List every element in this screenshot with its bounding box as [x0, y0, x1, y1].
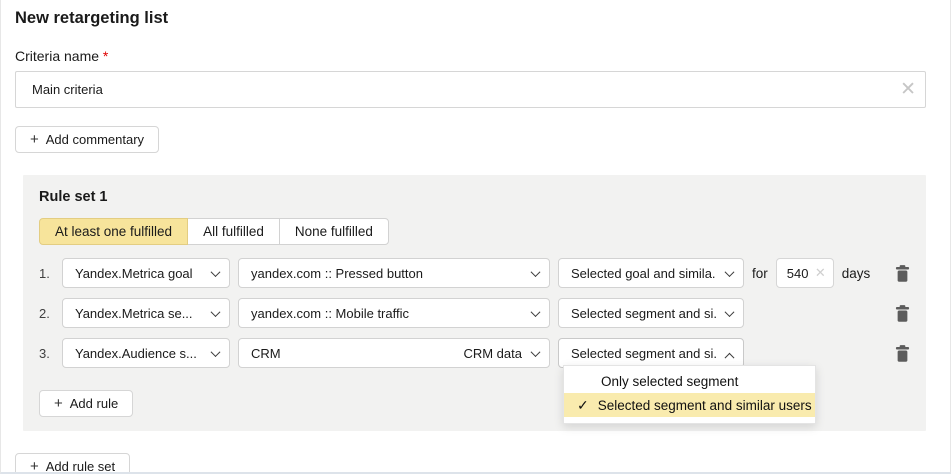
rule-row-1: 1. Yandex.Metrica goal yandex.com :: Pre…: [39, 258, 910, 288]
trash-icon: [895, 265, 910, 282]
retargeting-form: New retargeting list Criteria name * ✕ +…: [0, 0, 951, 474]
rule-row-3: 3. Yandex.Audience s... CRM CRM data Sel…: [39, 338, 910, 368]
tab-at-least-one-fulfilled[interactable]: At least one fulfilled: [39, 218, 188, 245]
plus-icon: +: [30, 131, 39, 148]
chevron-down-icon: [211, 267, 221, 277]
rule-number: 3.: [39, 346, 54, 361]
chevron-down-icon: [531, 267, 541, 277]
add-rule-button[interactable]: + Add rule: [39, 390, 133, 417]
add-commentary-button[interactable]: + Add commentary: [15, 126, 159, 153]
criteria-name-field: ✕: [15, 71, 926, 108]
page-title: New retargeting list: [1, 0, 950, 28]
rules-list: 1. Yandex.Metrica goal yandex.com :: Pre…: [39, 258, 910, 368]
menu-item-selected-segment-and-similar-users[interactable]: ✓ Selected segment and similar users: [564, 393, 815, 417]
check-icon: ✓: [577, 397, 589, 414]
tab-none-fulfilled[interactable]: None fulfilled: [279, 218, 389, 245]
rule-number: 1.: [39, 266, 54, 281]
chevron-up-icon: [725, 352, 735, 362]
audience-options-menu: Only selected segment ✓ Selected segment…: [563, 365, 816, 424]
chevron-down-icon: [531, 307, 541, 317]
rule2-segment-dropdown[interactable]: yandex.com :: Mobile traffic: [238, 298, 550, 328]
chevron-down-icon: [725, 307, 735, 317]
delete-rule2-button[interactable]: [895, 305, 910, 322]
chevron-down-icon: [211, 307, 221, 317]
clear-input-icon[interactable]: ✕: [900, 80, 916, 99]
rule3-type-dropdown[interactable]: Yandex.Audience s...: [62, 338, 230, 368]
rule2-audience-dropdown[interactable]: Selected segment and si...: [558, 298, 744, 328]
trash-icon: [895, 345, 910, 362]
chevron-down-icon: [211, 347, 221, 357]
delete-rule1-button[interactable]: [895, 265, 910, 282]
menu-item-only-selected-segment[interactable]: Only selected segment: [564, 369, 815, 393]
days-label: days: [842, 266, 871, 281]
rule2-type-dropdown[interactable]: Yandex.Metrica se...: [62, 298, 230, 328]
criteria-name-label: Criteria name *: [15, 48, 950, 64]
chevron-down-icon: [531, 347, 541, 357]
for-label: for: [752, 266, 768, 281]
criteria-name-input[interactable]: [15, 71, 926, 108]
plus-icon: +: [54, 395, 63, 412]
rule-set-title: Rule set 1: [39, 189, 910, 205]
rule3-segment-dropdown[interactable]: CRM CRM data: [238, 338, 550, 368]
add-rule-set-button[interactable]: + Add rule set: [15, 453, 130, 474]
plus-icon: +: [30, 458, 39, 474]
rule3-audience-dropdown[interactable]: Selected segment and si...: [558, 338, 744, 368]
fulfillment-tabs: At least one fulfilled All fulfilled Non…: [39, 218, 389, 245]
segment-type: CRM data: [463, 346, 539, 361]
days-input[interactable]: 540 ✕: [776, 258, 834, 288]
delete-rule3-button[interactable]: [895, 345, 910, 362]
rule1-type-dropdown[interactable]: Yandex.Metrica goal: [62, 258, 230, 288]
rule-row-2: 2. Yandex.Metrica se... yandex.com :: Mo…: [39, 298, 910, 328]
trash-icon: [895, 305, 910, 322]
rule1-goal-dropdown[interactable]: yandex.com :: Pressed button: [238, 258, 550, 288]
required-asterisk: *: [103, 48, 108, 64]
rule1-audience-dropdown[interactable]: Selected goal and simila...: [558, 258, 744, 288]
chevron-down-icon: [725, 267, 735, 277]
clear-days-icon[interactable]: ✕: [815, 265, 826, 281]
tab-all-fulfilled[interactable]: All fulfilled: [187, 218, 280, 245]
rule-number: 2.: [39, 306, 54, 321]
